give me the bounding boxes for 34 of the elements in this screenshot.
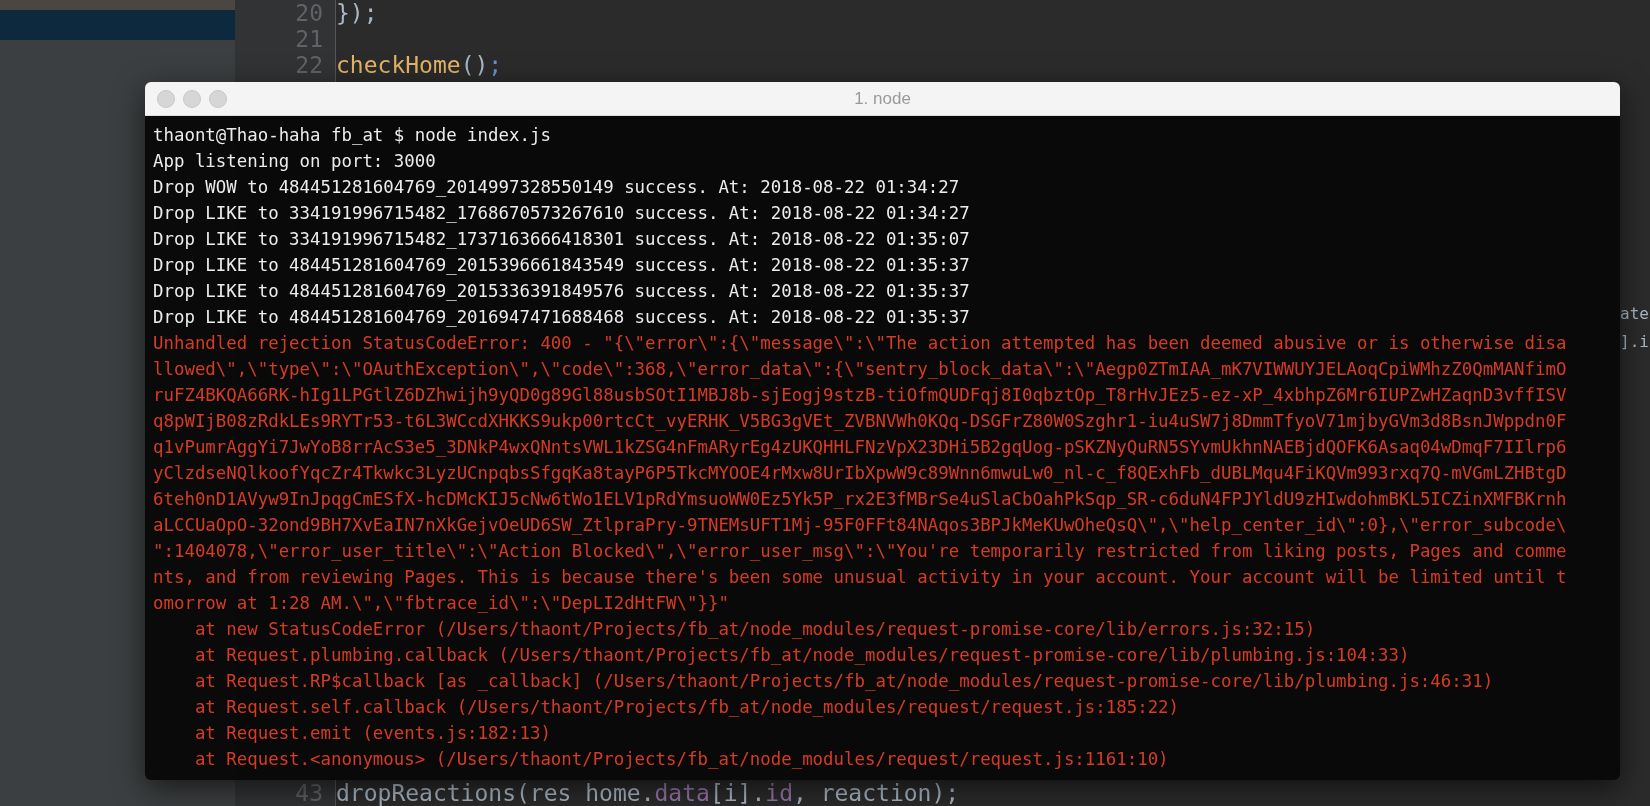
error-line: 6teh0nD1AVyw9InJpqgCmESfX-hcDMcKIJ5cNw6tWo1ELV1pRdYmsuoWW0Ez5Yk5P_rx2E3fMBrSe4uSlaCbOahPkSqp_SR-c6duN4FPJYldU9zHIwdohmBKL5ICZinXMFBKrnh (153, 488, 1567, 511)
output-line: Drop LIKE to 334191996715482_1768670573267610 success. At: 2018-08-22 01:34:27 (153, 202, 970, 225)
code-line: }); (336, 0, 378, 26)
error-line: at Request.plumbing.callback (/Users/thaont/Projects/fb_at/node_modules/request-promise-core/lib/plumbing.js:104:33) (193, 644, 1410, 667)
code-line: checkHome(); (336, 52, 503, 78)
output-line: Drop LIKE to 334191996715482_1737163666418301 success. At: 2018-08-22 01:35:07 (153, 228, 970, 251)
output-line: thaont@Thao-haha fb_at $ node index.js (153, 124, 551, 147)
error-line: q8pWIjB08zRdkLEs9RYTr53-t6L3WCcdXHKKS9ukp00rtcCt_vyERHK_V5BG3gVEt_ZVBNVWh0KQq-DSGFrZ80W0Szghr1-iu4uSW7j8DmmTfyoV71mjbyGVm3d8BsnJWppdn0F (153, 410, 1567, 433)
error-line: at Request.RP$callback [as _callback] (/Users/thaont/Projects/fb_at/node_modules/request-promise-core/lib/plumbing.js:46:31) (193, 670, 1494, 693)
output-line: Drop WOW to 484451281604769_2014997328550149 success. At: 2018-08-22 01:34:27 (153, 176, 960, 199)
error-line: llowed\",\"type\":\"OAuthException\",\"code\":368,\"error_data\":{\"sentry_block_data\":\"Aegp0ZTmIAA_mK7VIWWUYJELAoqCpiWMhzZ0QmMANfimO (153, 358, 1567, 381)
error-line: at Request.self.callback (/Users/thaont/Projects/fb_at/node_modules/request/request.js:185:22) (193, 696, 1180, 719)
error-line: aLCCUaOpO-32ond9BH7XvEaIN7nXkGejvOeUD6SW_ZtlpraPry-9TNEMsUFT1Mj-95F0FFt84NAqos3BPJkMeKUwOheQsQ\",\"help_center_id\":0},\"error_subcode\ (153, 514, 1567, 537)
window-title: 1. node (854, 88, 911, 109)
error-line: Unhandled rejection StatusCodeError: 400 - "{\"error\":{\"message\":\"The action attempted has been deemed abusive or is otherwise disa (153, 332, 1567, 355)
zoom-button[interactable] (209, 89, 227, 108)
output-line: Drop LIKE to 484451281604769_2015336391849576 success. At: 2018-08-22 01:35:37 (153, 280, 970, 303)
error-line: at Request.emit (events.js:182:13) (193, 722, 551, 745)
error-line: at Request.<anonymous> (/Users/thaont/Projects/fb_at/node_modules/request/request.js:1161:10) (193, 748, 1169, 771)
minimize-button[interactable] (183, 89, 201, 108)
code-fragment: ate (1620, 303, 1650, 325)
close-button[interactable] (157, 89, 175, 108)
error-line: omorrow at 1:28 AM.\",\"fbtrace_id\":\"DepLI2dHtFW\"}}" (153, 592, 729, 615)
error-line: q1vPumrAggYi7JwYoB8rrAcS3e5_3DNkP4wxQNntsVWL1kZSG4nFmARyrEg4zUKQHHLFNzVpX23DHi5B2gqUog-pSKZNyQuRN5SYvmUkhnNAEBjdQOFK6Asaq04wDmqF7IIlrp6 (153, 436, 1567, 459)
error-line: ":1404078,\"error_user_title\":\"Action Blocked\",\"error_user_msg\":\"You're temporarily restricted from liking posts, Pages and comme (153, 540, 1567, 563)
output-line: Drop LIKE to 484451281604769_2015396661843549 success. At: 2018-08-22 01:35:37 (153, 254, 970, 277)
error-line: ruFZ4BKQA66RK-hIg1LPGtlZ6DZhwijh9yQD0g89Gl88usbSOtI1MBJ8b-sjEogj9stzB-tiOfmQUDFqj8I0qbztOp_T8rHvJEz5-ez-xP_4xbhpZ6Mr6IUPZwHZaqnD3vffISV (153, 384, 1567, 407)
error-line: at new StatusCodeError (/Users/thaont/Projects/fb_at/node_modules/request-promise-core/lib/errors.js:32:15) (193, 618, 1316, 641)
code-fragment: ].i (1620, 331, 1650, 353)
output-line: App listening on port: 3000 (153, 150, 436, 173)
code-line: dropReactions(res_home.data[i].id, reaction); (336, 780, 960, 806)
error-line: yClzdseNQlkoofYqcZr4Tkwkc3LyzUCnpqbsSfgqKa8tayP6P5TkcMYOOE4rMxw8UrIbXpwW9c89Wnn6mwuLw0_nl-c_f8QExhFb_dUBLMqu4FiKQVm993rxq7Q-mVGmLZHBtgD (153, 462, 1567, 485)
output-line: Drop LIKE to 484451281604769_2016947471688468 success. At: 2018-08-22 01:35:37 (153, 306, 970, 329)
error-line: nts, and from reviewing Pages. This is because there's been some unusual activity in your account. Your account will be limited until t (153, 566, 1567, 589)
